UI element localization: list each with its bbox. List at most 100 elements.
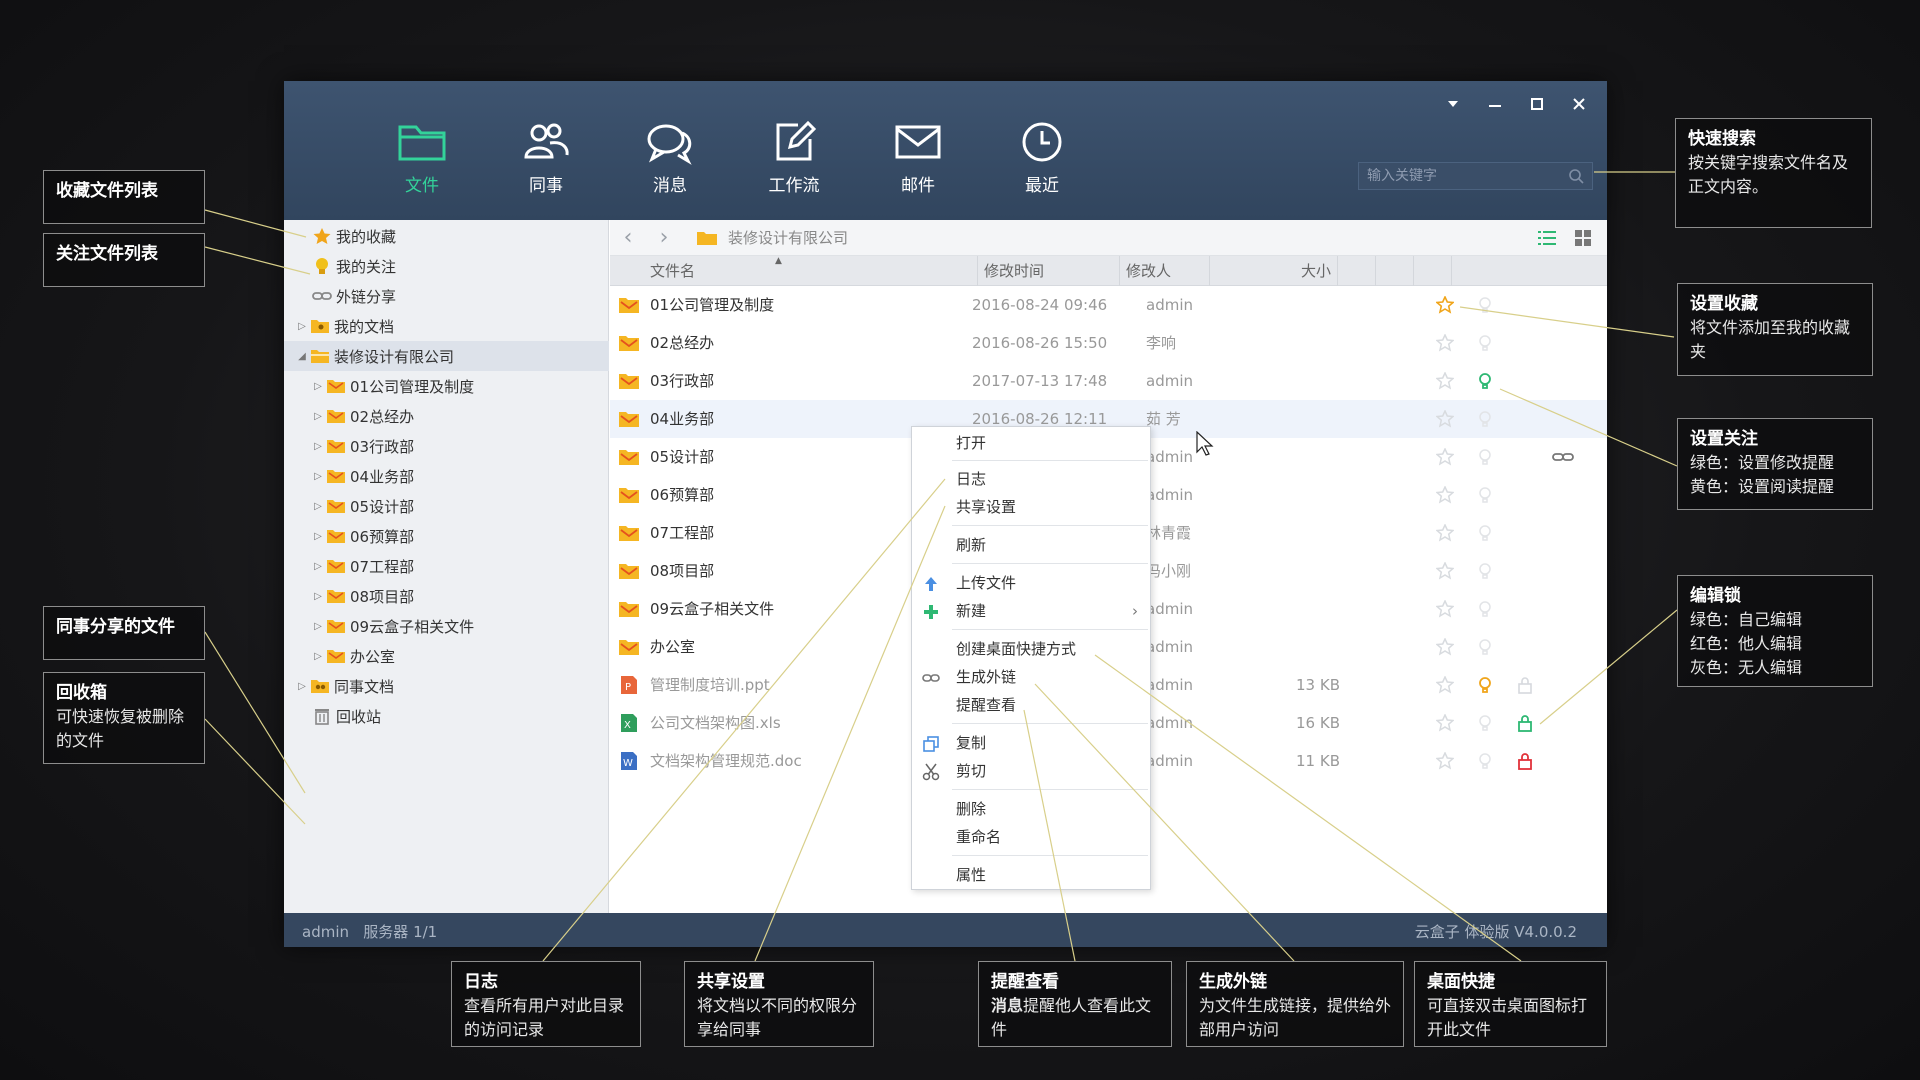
lock-green-icon[interactable]: [1516, 714, 1534, 732]
sidebar-item-dept-03[interactable]: ▷ 03行政部: [284, 431, 609, 461]
file-name[interactable]: 办公室: [650, 628, 695, 666]
nav-messages[interactable]: 消息: [608, 119, 732, 207]
bulb-icon[interactable]: [1476, 524, 1494, 542]
file-name[interactable]: 02总经办: [650, 324, 714, 362]
minimize-icon[interactable]: [1481, 91, 1509, 117]
bulb-yellow-icon[interactable]: [1476, 676, 1494, 694]
sidebar-item-dept-06[interactable]: ▷ 06预算部: [284, 521, 609, 551]
star-outline-icon[interactable]: [1435, 751, 1455, 770]
file-name[interactable]: 04业务部: [650, 400, 714, 438]
bulb-icon[interactable]: [1476, 334, 1494, 352]
bulb-icon[interactable]: [1476, 486, 1494, 504]
sidebar-item-favorites[interactable]: 我的收藏: [284, 221, 609, 251]
search-input[interactable]: [1367, 168, 1557, 184]
expand-arrow-icon[interactable]: ▷: [312, 621, 324, 632]
grid-view-button[interactable]: [1569, 225, 1597, 251]
expand-arrow-icon[interactable]: ▷: [312, 561, 324, 572]
expand-arrow-icon[interactable]: ▷: [312, 591, 324, 602]
star-outline-icon[interactable]: [1435, 409, 1455, 428]
list-view-button[interactable]: [1533, 225, 1561, 251]
sidebar-item-dept-07[interactable]: ▷ 07工程部: [284, 551, 609, 581]
menu-item-generate-link[interactable]: 生成外链: [912, 663, 1150, 691]
menu-item-upload[interactable]: 上传文件: [912, 569, 1150, 597]
file-name[interactable]: 管理制度培训.ppt: [650, 666, 770, 704]
sidebar-item-dept-04[interactable]: ▷ 04业务部: [284, 461, 609, 491]
file-name[interactable]: 07工程部: [650, 514, 714, 552]
star-outline-icon[interactable]: [1435, 713, 1455, 732]
expand-arrow-icon[interactable]: ▷: [312, 411, 324, 422]
column-header-user[interactable]: 修改人: [1120, 256, 1210, 286]
sidebar-item-office[interactable]: ▷ 办公室: [284, 641, 609, 671]
sidebar-item-dept-02[interactable]: ▷ 02总经办: [284, 401, 609, 431]
file-name[interactable]: 公司文档架构图.xls: [650, 704, 781, 742]
star-outline-icon[interactable]: [1435, 675, 1455, 694]
menu-item-properties[interactable]: 属性: [912, 861, 1150, 889]
search-icon[interactable]: [1568, 168, 1584, 184]
file-name[interactable]: 08项目部: [650, 552, 714, 590]
bulb-icon[interactable]: [1476, 448, 1494, 466]
close-icon[interactable]: [1565, 91, 1593, 117]
sidebar-item-my-docs[interactable]: ▷ 我的文档: [284, 311, 609, 341]
menu-item-open[interactable]: 打开: [912, 429, 1150, 457]
star-outline-icon[interactable]: [1435, 561, 1455, 580]
bulb-green-icon[interactable]: [1476, 372, 1494, 390]
forward-button[interactable]: ›: [646, 220, 682, 256]
menu-item-new[interactable]: 新建 ›: [912, 597, 1150, 625]
lock-gray-icon[interactable]: [1516, 676, 1534, 694]
bulb-icon[interactable]: [1476, 296, 1494, 314]
expand-arrow-icon[interactable]: ▷: [312, 501, 324, 512]
sidebar-item-dept-08[interactable]: ▷ 08项目部: [284, 581, 609, 611]
sidebar-item-company[interactable]: ◢ 装修设计有限公司: [284, 341, 609, 371]
nav-workflow[interactable]: 工作流: [732, 119, 856, 207]
sidebar-item-colleague-docs[interactable]: ▷ 同事文档: [284, 671, 609, 701]
menu-item-share-settings[interactable]: 共享设置: [912, 493, 1150, 521]
sidebar-item-external-links[interactable]: 外链分享: [284, 281, 609, 311]
collapse-arrow-icon[interactable]: ◢: [296, 351, 308, 362]
column-header-time[interactable]: 修改时间: [978, 256, 1120, 286]
file-name[interactable]: 03行政部: [650, 362, 714, 400]
file-name[interactable]: 文档架构管理规范.doc: [650, 742, 802, 780]
nav-files[interactable]: 文件: [360, 119, 484, 207]
expand-arrow-icon[interactable]: ▷: [312, 441, 324, 452]
sidebar-item-dept-01[interactable]: ▷ 01公司管理及制度: [284, 371, 609, 401]
expand-arrow-icon[interactable]: ▷: [312, 531, 324, 542]
sidebar-item-recycle-bin[interactable]: 回收站: [284, 701, 609, 731]
nav-mail[interactable]: 邮件: [856, 119, 980, 207]
bulb-icon[interactable]: [1476, 714, 1494, 732]
expand-arrow-icon[interactable]: ▷: [296, 321, 308, 332]
menu-item-delete[interactable]: 删除: [912, 795, 1150, 823]
bulb-icon[interactable]: [1476, 562, 1494, 580]
expand-arrow-icon[interactable]: ▷: [312, 651, 324, 662]
menu-item-copy[interactable]: 复制: [912, 729, 1150, 757]
star-outline-icon[interactable]: [1435, 599, 1455, 618]
menu-item-rename[interactable]: 重命名: [912, 823, 1150, 851]
star-outline-icon[interactable]: [1435, 333, 1455, 352]
breadcrumb-current[interactable]: 装修设计有限公司: [728, 227, 848, 248]
column-header-size[interactable]: 大小: [1210, 256, 1338, 286]
nav-colleagues[interactable]: 同事: [484, 119, 608, 207]
file-name[interactable]: 09云盒子相关文件: [650, 590, 774, 628]
sidebar-item-dept-05[interactable]: ▷ 05设计部: [284, 491, 609, 521]
column-header-name[interactable]: 文件名 ▲: [610, 256, 978, 286]
star-outline-icon[interactable]: [1435, 485, 1455, 504]
star-outline-icon[interactable]: [1435, 523, 1455, 542]
expand-arrow-icon[interactable]: ▷: [312, 381, 324, 392]
menu-item-desktop-shortcut[interactable]: 创建桌面快捷方式: [912, 635, 1150, 663]
bulb-icon[interactable]: [1476, 638, 1494, 656]
expand-arrow-icon[interactable]: ▷: [296, 681, 308, 692]
bulb-icon[interactable]: [1476, 752, 1494, 770]
table-row[interactable]: 03行政部 2017-07-13 17:48 admin: [610, 362, 1607, 400]
menu-item-refresh[interactable]: 刷新: [912, 531, 1150, 559]
star-outline-icon[interactable]: [1435, 371, 1455, 390]
nav-recent[interactable]: 最近: [980, 119, 1104, 207]
sidebar-item-dept-09[interactable]: ▷ 09云盒子相关文件: [284, 611, 609, 641]
lock-red-icon[interactable]: [1516, 752, 1534, 770]
star-outline-icon[interactable]: [1435, 637, 1455, 656]
table-row[interactable]: 02总经办 2016-08-26 15:50 李响: [610, 324, 1607, 362]
menu-item-remind-view[interactable]: 提醒查看: [912, 691, 1150, 719]
link-icon[interactable]: [1552, 448, 1574, 466]
file-name[interactable]: 01公司管理及制度: [650, 286, 774, 324]
back-button[interactable]: ‹: [610, 220, 646, 256]
table-row[interactable]: 01公司管理及制度 2016-08-24 09:46 admin: [610, 286, 1607, 324]
maximize-icon[interactable]: [1523, 91, 1551, 117]
